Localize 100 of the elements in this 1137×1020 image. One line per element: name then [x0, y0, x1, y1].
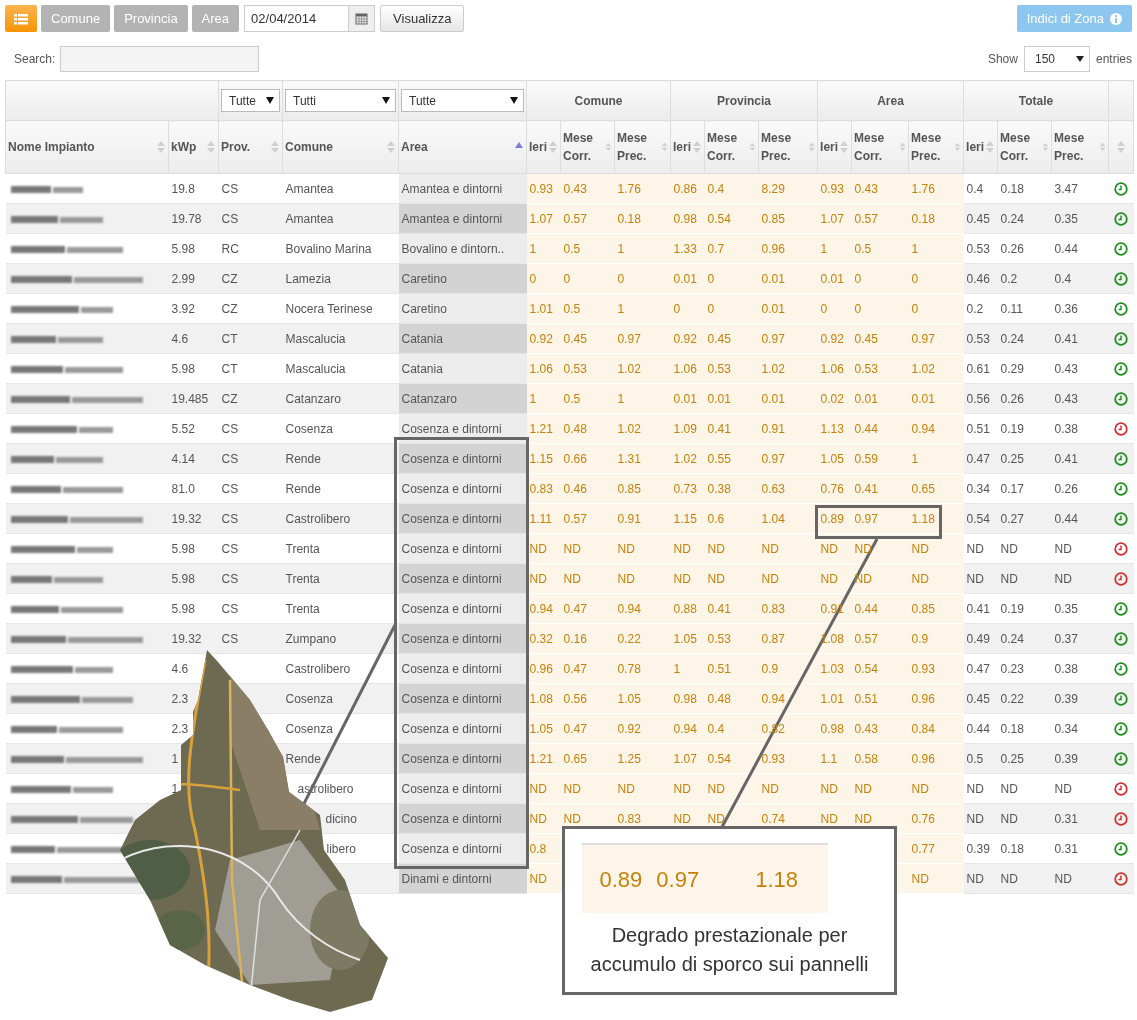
table-cell: 0.65: [911, 481, 935, 496]
table-cell: 0.6: [707, 511, 725, 526]
sort-icon[interactable]: [156, 141, 166, 153]
sort-icon[interactable]: [206, 141, 216, 153]
table-cell: 0.01: [673, 271, 697, 286]
table-cell: 0.57: [854, 631, 878, 646]
table-cell: 0.76: [820, 481, 844, 496]
table-cell: 1.13: [820, 421, 844, 436]
table-cell: 0.89: [820, 511, 844, 526]
table-cell: Mascalucia: [285, 361, 346, 376]
table-cell: 0.83: [617, 811, 641, 826]
table-cell: Rende: [285, 451, 321, 466]
table-cell: 19.485: [171, 391, 209, 406]
table-cell: 0.98: [673, 211, 697, 226]
table-cell: Amantea e dintorni: [398, 173, 527, 204]
table-cell: ND: [820, 541, 838, 556]
table-cell: 0.92: [617, 721, 641, 736]
table-cell: Catania: [398, 323, 527, 354]
table-cell: libero: [326, 841, 356, 856]
table-cell: 0.47: [563, 661, 587, 676]
entries-dropdown[interactable]: 150: [1023, 46, 1090, 72]
table-cell: Cosenza: [285, 421, 333, 436]
table-cell: ND: [563, 541, 581, 556]
sort-icon[interactable]: [386, 141, 396, 153]
filter-dropdown[interactable]: Tutte: [401, 89, 524, 112]
sort-icon[interactable]: [1042, 141, 1050, 153]
table-cell: 1.18: [911, 511, 935, 526]
table-cell: 1.05: [617, 691, 641, 706]
table-cell: Rende: [285, 481, 321, 496]
table-cell: 0.8: [529, 841, 547, 856]
table-cell: 0.53: [854, 361, 878, 376]
table-cell: 0.43: [1051, 383, 1109, 414]
table-cell: 0.27: [997, 503, 1052, 534]
table-cell: ND: [761, 571, 779, 586]
table-cell: 0.93: [911, 661, 935, 676]
sort-icon[interactable]: [514, 142, 524, 148]
filter-dropdown[interactable]: Tutte: [221, 89, 280, 112]
table-cell: 0.35: [1051, 203, 1109, 234]
table-cell: 0.45: [707, 331, 731, 346]
table-cell: 1: [911, 241, 919, 256]
table-cell: CS: [221, 421, 239, 436]
sort-icon[interactable]: [807, 141, 816, 153]
table-cell: ND: [1051, 533, 1109, 564]
sort-icon[interactable]: [1098, 141, 1107, 153]
table-cell: 0.01: [761, 271, 785, 286]
table-cell: 0.01: [911, 391, 935, 406]
table-cell: 0.44: [1051, 503, 1109, 534]
sort-icon[interactable]: [548, 141, 558, 153]
sort-icon[interactable]: [1116, 141, 1127, 153]
table-cell: 1.15: [529, 451, 553, 466]
table-cell: Bovalino Marina: [285, 241, 372, 256]
table-cell: 19.78: [171, 211, 202, 226]
filter-dropdown[interactable]: Tutti: [285, 89, 396, 112]
list-icon: [14, 12, 28, 25]
table-cell: 0.97: [761, 331, 785, 346]
sort-icon[interactable]: [749, 141, 757, 153]
table-cell: 2.3: [171, 691, 189, 706]
search-field[interactable]: [60, 46, 260, 72]
table-cell: ND: [997, 803, 1052, 834]
sort-icon[interactable]: [839, 141, 850, 153]
table-cell: 0.41: [707, 601, 731, 616]
sort-icon[interactable]: [605, 141, 612, 153]
table-cell: 1.76: [617, 181, 641, 196]
sort-icon[interactable]: [692, 141, 703, 153]
table-cell: 0.19: [997, 593, 1052, 624]
table-cell: Trenta: [285, 571, 320, 586]
table-cell: CS: [221, 631, 239, 646]
table-cell: 1: [171, 751, 179, 766]
table-cell: ND: [761, 781, 779, 796]
sort-icon[interactable]: [954, 141, 962, 153]
table-cell: 19.32: [171, 511, 202, 526]
table-cell: 0.54: [707, 211, 731, 226]
table-cell: 0.85: [761, 211, 785, 226]
table-cell: 0.16: [563, 631, 587, 646]
table-cell: 0.91: [761, 421, 785, 436]
table-cell: 0.34: [1051, 713, 1109, 744]
table-cell: 0.26: [1051, 473, 1109, 504]
sort-icon[interactable]: [898, 141, 907, 153]
table-cell: 1: [529, 391, 537, 406]
calendar-icon[interactable]: [355, 12, 369, 25]
table-cell: CS: [221, 571, 239, 586]
table-cell: 5.98: [171, 361, 195, 376]
submit-button[interactable]: Visualizza: [380, 5, 465, 32]
table-cell: 1.03: [820, 661, 844, 676]
date-field[interactable]: 02/04/2014: [244, 5, 376, 32]
table-cell: dicino: [325, 811, 357, 826]
table-cell: 0.5: [563, 391, 581, 406]
table-cell: 1.06: [529, 361, 553, 376]
table-cell: 0.88: [673, 601, 697, 616]
table-cell: 0.47: [563, 721, 587, 736]
sort-icon[interactable]: [985, 141, 996, 153]
table-cell: Cosenza e dintorni: [398, 503, 527, 534]
table-cell: 0.44: [854, 421, 878, 436]
sort-icon[interactable]: [661, 141, 669, 153]
table-cell: 0.84: [911, 721, 935, 736]
caret-icon: [382, 97, 390, 104]
table-cell: 0.51: [707, 661, 731, 676]
table-cell: 0: [529, 271, 537, 286]
sort-icon[interactable]: [270, 141, 280, 153]
list-button[interactable]: [5, 5, 37, 32]
